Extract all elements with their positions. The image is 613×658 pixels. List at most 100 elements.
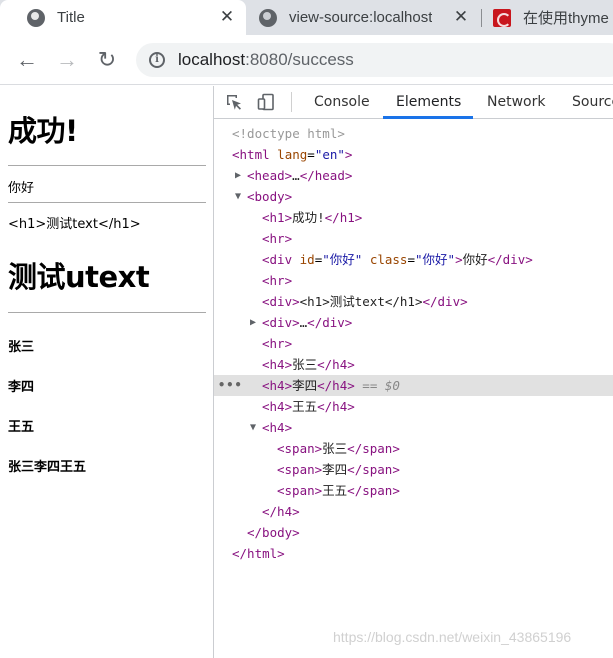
dom-node-doctype[interactable]: <!doctype html>: [214, 123, 613, 144]
divider: [8, 312, 206, 313]
back-button[interactable]: ←: [15, 48, 39, 72]
tag-h4-close: </h4>: [317, 378, 355, 393]
h4-text: 王五: [292, 399, 318, 414]
dom-node-h4[interactable]: <h4>王五</h4>: [214, 396, 613, 417]
tab-console[interactable]: Console: [314, 94, 370, 110]
inspect-element-icon[interactable]: [225, 93, 243, 111]
dom-node-body-close[interactable]: </body>: [214, 522, 613, 543]
dom-node-span[interactable]: <span>张三</span>: [214, 438, 613, 459]
tag-gt: >: [455, 252, 463, 267]
dom-node-h4-close[interactable]: </h4>: [214, 501, 613, 522]
dom-node-div-hello[interactable]: <div id="你好" class="你好">你好</div>: [214, 249, 613, 270]
dom-node-h4[interactable]: <h4>张三</h4>: [214, 354, 613, 375]
tag-body: <body>: [247, 189, 293, 204]
tab-elements[interactable]: Elements: [396, 94, 461, 110]
span-text: 李四: [322, 462, 348, 477]
dom-node-head[interactable]: ▶ <head>…</head>: [214, 165, 613, 186]
tag-h4: <h4>: [262, 420, 293, 435]
tag-span: <span>: [277, 483, 323, 498]
expand-triangle-icon[interactable]: ▶: [235, 165, 241, 186]
tag-h4: <h4>: [262, 357, 293, 372]
h4-node: <h4>张三</h4>: [262, 354, 355, 375]
divider: [8, 202, 206, 203]
tag-body-close: </body>: [247, 525, 300, 540]
dom-node-h4-selected[interactable]: ••• <h4>李四</h4> == $0: [214, 375, 613, 396]
span-text: 张三: [322, 441, 348, 456]
tab-view-source-label: view-source:localhost: [289, 9, 433, 26]
doctype-text: <!doctype html>: [232, 126, 345, 141]
tag-html-close: </html>: [232, 546, 285, 561]
div-text: 你好: [462, 252, 488, 267]
tag-div-close: </div>: [307, 315, 353, 330]
dom-node-html-close[interactable]: </html>: [214, 543, 613, 564]
tag-span: <span>: [277, 441, 323, 456]
devtools-toolbar: Console Elements Network Source: [214, 86, 613, 119]
tag-hr: <hr>: [262, 273, 293, 288]
tag-h4: <h4>: [262, 399, 293, 414]
globe-icon: [27, 8, 45, 27]
dom-node-span[interactable]: <span>李四</span>: [214, 459, 613, 480]
tag-html: <html: [232, 147, 270, 162]
close-tab-icon[interactable]: ✕: [218, 8, 236, 26]
url-host: localhost: [178, 50, 246, 69]
tag-gt: >: [344, 147, 353, 162]
dom-node-h1[interactable]: <h1>成功!</h1>: [214, 207, 613, 228]
expand-triangle-icon[interactable]: ▶: [250, 312, 256, 333]
attr-id-value: "你好": [322, 252, 363, 267]
dom-node-div-utext[interactable]: ▶ <div>…</div>: [214, 312, 613, 333]
url-text[interactable]: localhost:8080/success: [178, 50, 354, 70]
div-utext-node: <div>…</div>: [262, 312, 352, 333]
info-icon[interactable]: i: [149, 52, 165, 68]
dom-node-html[interactable]: <html lang="en">: [214, 144, 613, 165]
tab-view-source[interactable]: view-source:localhost ✕: [246, 0, 480, 35]
head-node: <head>…</head>: [247, 165, 352, 186]
more-options-icon[interactable]: •••: [218, 375, 243, 396]
address-bar[interactable]: i localhost:8080/success: [136, 43, 613, 77]
dom-node-hr[interactable]: <hr>: [214, 228, 613, 249]
dom-node-h4-expanded[interactable]: ▼ <h4>: [214, 417, 613, 438]
url-rest: :8080/success: [245, 50, 354, 69]
collapse-triangle-icon[interactable]: ▼: [235, 186, 241, 207]
tag-span-close: </span>: [347, 483, 400, 498]
tag-h4: <h4>: [262, 378, 293, 393]
h4-joined: 张三李四王五: [8, 460, 87, 475]
heading-success: 成功!: [8, 114, 78, 148]
collapse-triangle-icon[interactable]: ▼: [250, 417, 256, 438]
span-node: <span>王五</span>: [277, 480, 400, 501]
h4-node: <h4>李四</h4> == $0: [262, 375, 400, 396]
html-open: <html lang="en">: [232, 147, 353, 162]
dom-node-hr[interactable]: <hr>: [214, 333, 613, 354]
tag-head-close: </head>: [299, 168, 353, 183]
tab-network[interactable]: Network: [487, 94, 545, 110]
tag-hr: <hr>: [262, 336, 293, 351]
divider: [8, 165, 206, 166]
attr-lang-value: "en": [314, 147, 345, 162]
attr-class-value: "你好": [415, 252, 456, 267]
h4-item: 张三: [8, 340, 35, 355]
span-text: 王五: [322, 483, 348, 498]
dom-node-span[interactable]: <span>王五</span>: [214, 480, 613, 501]
tab-sources[interactable]: Source: [572, 94, 613, 110]
tab-csdn[interactable]: 在使用thyme: [482, 0, 613, 35]
forward-button[interactable]: →: [55, 48, 79, 72]
tab-title[interactable]: Title ✕: [0, 0, 246, 35]
close-tab-icon[interactable]: ✕: [452, 8, 470, 26]
dom-node-hr[interactable]: <hr>: [214, 270, 613, 291]
tag-div: <div>: [262, 294, 300, 309]
tag-div-close: </div>: [487, 252, 533, 267]
h1-text: 成功!: [292, 210, 325, 225]
tag-h4-close: </h4>: [262, 504, 300, 519]
reload-button[interactable]: ↻: [95, 48, 119, 72]
page-viewport: 成功! 你好 <h1>测试text</h1> 测试utext 张三 李四 王五 …: [0, 86, 213, 658]
device-toolbar-icon[interactable]: [257, 93, 275, 111]
tag-h1: <h1>: [262, 210, 293, 225]
h4-item: 王五: [8, 420, 35, 435]
tag-span: <span>: [277, 462, 323, 477]
tag-span-close: </span>: [347, 462, 400, 477]
dom-node-div-text[interactable]: <div><h1>测试text</h1></div>: [214, 291, 613, 312]
dom-node-body[interactable]: ▼ <body>: [214, 186, 613, 207]
h1-node: <h1>成功!</h1>: [262, 207, 362, 228]
toolbar-separator: [291, 92, 292, 112]
attr-class: class: [369, 252, 408, 267]
dom-tree: <!doctype html> <html lang="en"> ▶ <head…: [214, 119, 613, 658]
